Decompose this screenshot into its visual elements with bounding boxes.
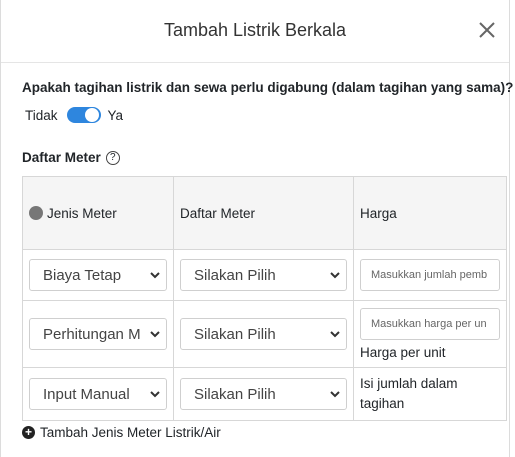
chevron-down-icon bbox=[149, 260, 161, 290]
plus-circle-icon: + bbox=[22, 426, 35, 439]
meter-type-select[interactable]: Biaya Tetap bbox=[29, 259, 167, 291]
modal: Tambah Listrik Berkala Apakah tagihan li… bbox=[0, 0, 514, 457]
merge-toggle-row: Tidak Ya bbox=[25, 105, 123, 125]
table-row: Input Manual Silakan Pilih Isi jumlah da… bbox=[22, 367, 507, 421]
meter-list-select[interactable]: Silakan Pilih bbox=[180, 318, 347, 350]
merge-question: Apakah tagihan listrik dan sewa perlu di… bbox=[22, 80, 514, 95]
column-header-meter: Daftar Meter bbox=[173, 176, 354, 250]
table-row: Perhitungan M Silakan Pilih Masukkan har… bbox=[22, 300, 507, 368]
section-title-text: Daftar Meter bbox=[22, 150, 101, 165]
table-row: Biaya Tetap Silakan Pilih Masukkan jumla… bbox=[22, 249, 507, 301]
toggle-on-label: Ya bbox=[107, 107, 124, 123]
column-header-type: Jenis Meter bbox=[22, 176, 174, 250]
meter-type-select[interactable]: Input Manual bbox=[29, 378, 167, 410]
chevron-down-icon bbox=[329, 319, 341, 349]
help-icon[interactable]: ? bbox=[105, 150, 120, 165]
price-input[interactable]: Masukkan jumlah pemb bbox=[360, 259, 500, 291]
manual-note: Isi jumlah dalam tagihan bbox=[360, 376, 458, 411]
add-meter-type-label: Tambah Jenis Meter Listrik/Air bbox=[40, 425, 221, 440]
chevron-down-icon bbox=[329, 379, 341, 409]
toggle-off-label: Tidak bbox=[25, 107, 58, 123]
merge-toggle[interactable] bbox=[66, 107, 101, 123]
chevron-down-icon bbox=[149, 319, 161, 349]
chevron-down-icon bbox=[149, 379, 161, 409]
section-title: Daftar Meter ? bbox=[22, 150, 120, 165]
modal-header: Tambah Listrik Berkala bbox=[1, 0, 509, 63]
toggle-knob bbox=[84, 108, 99, 122]
modal-title: Tambah Listrik Berkala bbox=[163, 20, 347, 40]
meter-list-select[interactable]: Silakan Pilih bbox=[180, 259, 347, 291]
meter-list-select[interactable]: Silakan Pilih bbox=[180, 378, 347, 410]
add-meter-type-link[interactable]: + Tambah Jenis Meter Listrik/Air bbox=[22, 425, 221, 440]
price-note: Harga per unit bbox=[360, 345, 446, 360]
meter-type-select[interactable]: Perhitungan M bbox=[29, 318, 167, 350]
close-icon[interactable] bbox=[475, 18, 499, 42]
meter-type-icon bbox=[29, 205, 43, 220]
meter-table: Jenis Meter Daftar Meter Harga Biaya Tet… bbox=[22, 176, 507, 421]
column-header-price: Harga bbox=[353, 176, 507, 250]
price-per-unit-input[interactable]: Masukkan harga per un bbox=[360, 308, 500, 340]
chevron-down-icon bbox=[329, 260, 341, 290]
